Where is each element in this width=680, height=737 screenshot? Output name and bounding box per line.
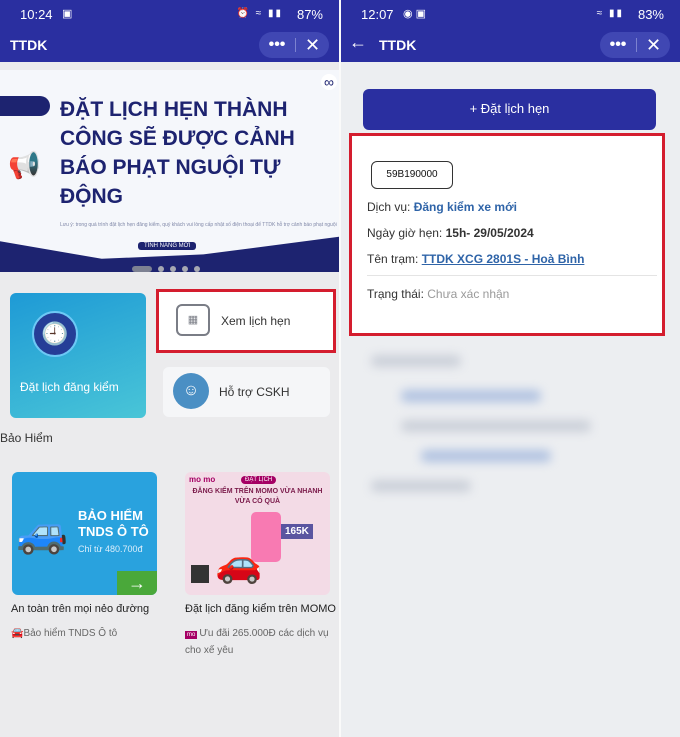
more-icon[interactable]: •••: [600, 36, 636, 54]
close-icon[interactable]: ✕: [637, 35, 670, 56]
mini-app-controls: ••• ✕: [600, 32, 670, 58]
support-agent-icon: ☺: [173, 373, 209, 409]
service-value: Đăng kiểm xe mới: [413, 200, 517, 214]
momo-promo-card[interactable]: mo mo ĐẶT LỊCH ĐĂNG KIỂM TRÊN MOMO VỪA N…: [185, 472, 330, 595]
book-appointment-button[interactable]: + Đặt lịch hẹn: [363, 89, 656, 130]
glasses-icon: ∞: [321, 74, 337, 90]
insurance-card-title: BẢO HIỂM TNDS Ô TÔ: [78, 508, 149, 539]
clock-icon: 🕘: [32, 311, 78, 357]
momo-headline: ĐĂNG KIỂM TRÊN MOMO VỪA NHANH VỪA CÓ QUÀ: [192, 488, 323, 505]
view-appointments-tile[interactable]: ▦ Xem lịch hẹn: [156, 289, 336, 353]
banner-fine-print: Lưu ý: trong quá trình đặt lịch hẹn đăng…: [60, 222, 337, 228]
book-inspection-tile[interactable]: 🕘 Đặt lịch đăng kiểm: [10, 293, 146, 418]
momo-sub: mo Ưu đãi 265.000Đ các dịch vụ cho xế yêu: [185, 628, 329, 656]
book-inspection-label: Đặt lịch đăng kiểm: [20, 380, 119, 394]
signal-icons: ≈ ▮▮: [596, 8, 624, 19]
momo-logo: mo mo: [189, 475, 216, 484]
arrow-right-icon[interactable]: →: [117, 571, 157, 595]
mini-app-controls: ••• ✕: [259, 32, 329, 58]
more-icon[interactable]: •••: [259, 36, 295, 54]
battery-level: 87%: [296, 7, 323, 22]
megaphone-icon: 📢: [8, 150, 41, 180]
calendar-icon: ▦: [176, 304, 210, 336]
view-appointments-label: Xem lịch hẹn: [221, 314, 291, 328]
station-link[interactable]: TTDK XCG 2801S - Hoà Bình: [422, 252, 585, 266]
appointment-card[interactable]: 59B190000 Dịch vụ: Đăng kiểm xe mới Ngày…: [349, 133, 665, 336]
service-row: Dịch vụ: Đăng kiểm xe mới: [367, 200, 517, 214]
status-bar: 12:07 ◉ ▣ ≈ ▮▮ 83%: [341, 0, 680, 28]
customer-support-tile[interactable]: ☺ Hỗ trợ CSKH: [163, 367, 330, 417]
close-icon[interactable]: ✕: [296, 35, 329, 56]
right-screen: 12:07 ◉ ▣ ≈ ▮▮ 83% ← TTDK ••• ✕ + Đặt lị…: [341, 0, 680, 737]
left-screen: 10:24 ▣ ⏰ ≈ ▮▮ 87% TTDK ••• ✕ ∞ ĐẶT LỊCH…: [0, 0, 339, 737]
qr-code-icon: [191, 565, 209, 583]
momo-badge: 165K: [281, 524, 313, 539]
insurance-card-price: Chỉ từ 480.700đ: [78, 544, 143, 554]
carousel-dots[interactable]: [132, 266, 200, 272]
notification-icons: ▣: [62, 8, 73, 20]
app-title: TTDK: [379, 37, 417, 53]
station-row: Tên trạm: TTDK XCG 2801S - Hoà Bình: [367, 252, 585, 266]
banner-decoration: [0, 96, 50, 116]
insurance-caption[interactable]: An toàn trên mọi nẻo đường: [11, 603, 149, 615]
car-small-icon: 🚘: [11, 628, 24, 639]
card-divider: [367, 275, 657, 276]
status-bar: 10:24 ▣ ⏰ ≈ ▮▮ 87%: [0, 0, 339, 28]
car-icon: 🚗: [215, 543, 263, 585]
insurance-section-title: Bảo Hiểm: [0, 431, 53, 445]
momo-small-icon: mo: [185, 631, 198, 639]
status-time: 10:24: [20, 7, 53, 22]
license-plate: 59B190000: [371, 161, 453, 189]
battery-level: 83%: [637, 7, 664, 22]
time-row: Ngày giờ hẹn: 15h- 29/05/2024: [367, 226, 534, 240]
banner-headline: ĐẶT LỊCH HẸN THÀNH CÔNG SẼ ĐƯỢC CẢNH BÁO…: [60, 98, 295, 208]
app-bar: TTDK ••• ✕: [0, 28, 339, 62]
time-value: 15h- 29/05/2024: [445, 226, 534, 240]
new-feature-tag: TÍNH NĂNG MỚI: [138, 242, 197, 250]
momo-caption[interactable]: Đặt lịch đăng kiểm trên MOMO: [185, 603, 336, 615]
car-icon: 🚙: [16, 508, 69, 555]
status-value: Chưa xác nhận: [427, 287, 510, 301]
insurance-sub: 🚘Bảo hiểm TNDS Ô tô: [11, 628, 118, 639]
momo-tag: ĐẶT LỊCH: [241, 476, 277, 484]
back-arrow-icon[interactable]: ←: [349, 32, 367, 53]
signal-icons: ⏰ ≈ ▮▮: [236, 8, 283, 19]
status-row: Trạng thái: Chưa xác nhận: [367, 287, 510, 301]
notification-icons: ◉ ▣: [403, 8, 427, 20]
promo-banner[interactable]: ∞ ĐẶT LỊCH HẸN THÀNH CÔNG SẼ ĐƯỢC CẢNH B…: [0, 70, 339, 272]
customer-support-label: Hỗ trợ CSKH: [219, 385, 290, 399]
status-time: 12:07: [361, 7, 394, 22]
app-bar: ← TTDK ••• ✕: [341, 28, 680, 62]
app-title: TTDK: [10, 37, 48, 53]
insurance-card[interactable]: 🚙 BẢO HIỂM TNDS Ô TÔ Chỉ từ 480.700đ →: [12, 472, 157, 595]
blurred-background-content: [361, 355, 661, 515]
